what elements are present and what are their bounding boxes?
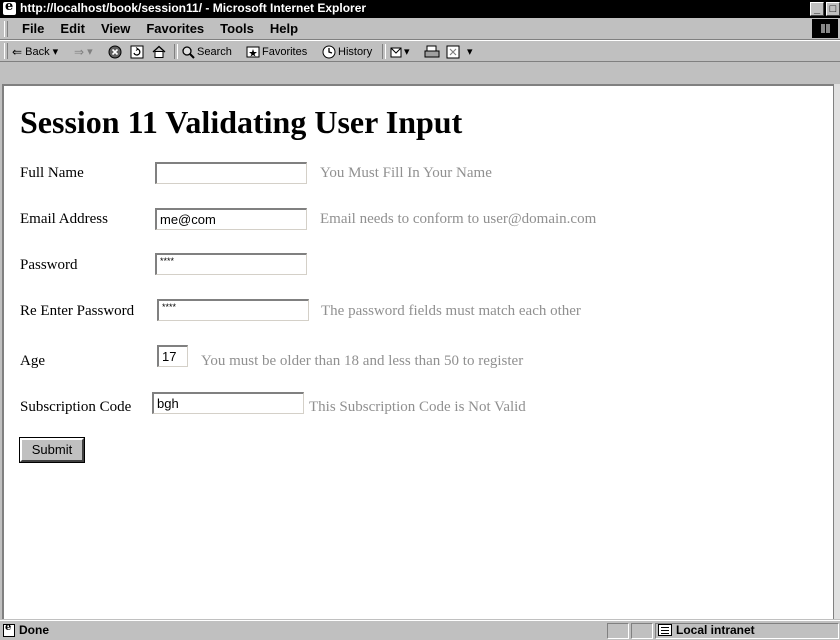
menu-grip xyxy=(4,21,8,37)
edit-button[interactable] xyxy=(446,43,460,60)
vertical-scrollbar[interactable] xyxy=(833,84,840,619)
edit-icon xyxy=(446,45,460,58)
status-bar: Done Local intranet xyxy=(0,620,840,640)
history-icon xyxy=(322,45,336,58)
age-input[interactable]: 17 xyxy=(157,345,188,367)
forward-dropdown-icon[interactable]: ▾ xyxy=(87,45,93,58)
menu-view[interactable]: View xyxy=(93,21,138,36)
mail-button[interactable]: ▾ xyxy=(390,43,410,60)
forward-button[interactable]: ⇒ ▾ xyxy=(74,43,93,60)
page-title: Session 11 Validating User Input xyxy=(20,104,463,140)
history-label: History xyxy=(338,45,373,58)
local-intranet-icon xyxy=(658,624,672,636)
full-name-label: Full Name xyxy=(20,165,84,181)
page-icon xyxy=(3,622,15,637)
home-icon xyxy=(152,45,166,58)
favorites-label: Favorites xyxy=(262,45,308,58)
menu-bar: File Edit View Favorites Tools Help xyxy=(0,18,840,40)
status-panel xyxy=(631,623,653,639)
subscription-code-error: This Subscription Code is Not Valid xyxy=(309,399,526,415)
favorites-button[interactable]: Favorites xyxy=(246,43,307,60)
maximize-button[interactable]: □ xyxy=(826,2,840,16)
mail-icon xyxy=(390,47,402,57)
back-arrow-icon: ⇐ xyxy=(12,44,23,59)
search-icon xyxy=(182,45,195,59)
menu-favorites[interactable]: Favorites xyxy=(138,21,212,36)
forward-arrow-icon: ⇒ xyxy=(74,44,85,59)
toolbar-more-button[interactable]: ▾ xyxy=(467,43,473,60)
print-icon xyxy=(424,45,440,57)
email-label: Email Address xyxy=(20,211,108,227)
email-error: Email needs to conform to user@domain.co… xyxy=(320,211,597,227)
subscription-code-input[interactable]: bgh xyxy=(152,392,304,414)
back-label: Back xyxy=(25,45,50,58)
age-label: Age xyxy=(20,353,45,369)
menu-help[interactable]: Help xyxy=(262,21,306,36)
standard-toolbar: ⇐ Back ▾ ⇒ ▾ Search Favorites History ▾ … xyxy=(0,40,840,62)
full-name-input[interactable] xyxy=(155,162,307,184)
stop-button[interactable] xyxy=(108,43,122,60)
ie-app-icon[interactable] xyxy=(3,0,16,15)
reenter-password-input[interactable]: **** xyxy=(157,299,309,321)
submit-button[interactable]: Submit xyxy=(19,437,85,463)
favorites-icon xyxy=(246,46,260,57)
windows-logo-icon xyxy=(812,19,838,38)
browser-content: Session 11 Validating User Input Full Na… xyxy=(2,84,833,619)
zone-label: Local intranet xyxy=(676,623,755,637)
menu-tools[interactable]: Tools xyxy=(212,21,262,36)
back-dropdown-icon[interactable]: ▾ xyxy=(53,45,59,58)
refresh-icon xyxy=(130,45,144,58)
menu-file[interactable]: File xyxy=(14,21,52,36)
security-zone: Local intranet xyxy=(658,623,755,637)
search-label: Search xyxy=(197,45,232,58)
status-text: Done xyxy=(19,623,49,637)
back-button[interactable]: ⇐ Back ▾ xyxy=(12,43,58,60)
window-title: http://localhost/book/session11/ - Micro… xyxy=(20,1,367,15)
menu-edit[interactable]: Edit xyxy=(52,21,93,36)
subscription-code-label: Subscription Code xyxy=(20,399,132,415)
toolbar-separator xyxy=(174,44,178,59)
password-label: Password xyxy=(20,257,78,273)
minimize-button[interactable]: _ xyxy=(810,2,824,16)
toolbar-grip xyxy=(4,43,8,59)
print-button[interactable] xyxy=(424,43,440,60)
search-button[interactable]: Search xyxy=(181,43,232,60)
password-mismatch-error: The password fields must match each othe… xyxy=(321,303,581,319)
home-button[interactable] xyxy=(152,43,166,60)
window-controls: _ □ xyxy=(810,2,840,16)
title-bar: http://localhost/book/session11/ - Micro… xyxy=(0,0,840,18)
chevron-down-icon: ▾ xyxy=(467,46,473,58)
stop-icon xyxy=(108,45,122,58)
email-input[interactable]: me@com xyxy=(155,208,307,230)
age-error: You must be older than 18 and less than … xyxy=(201,353,524,369)
password-input[interactable]: **** xyxy=(155,253,307,275)
full-name-error: You Must Fill In Your Name xyxy=(320,165,492,181)
history-button[interactable]: History xyxy=(322,43,372,60)
toolbar-separator xyxy=(382,44,386,59)
status-panel xyxy=(607,623,629,639)
status-text-area: Done xyxy=(3,622,49,637)
refresh-button[interactable] xyxy=(130,43,144,60)
reenter-password-label: Re Enter Password xyxy=(20,303,135,319)
mail-dropdown-icon[interactable]: ▾ xyxy=(404,45,410,58)
